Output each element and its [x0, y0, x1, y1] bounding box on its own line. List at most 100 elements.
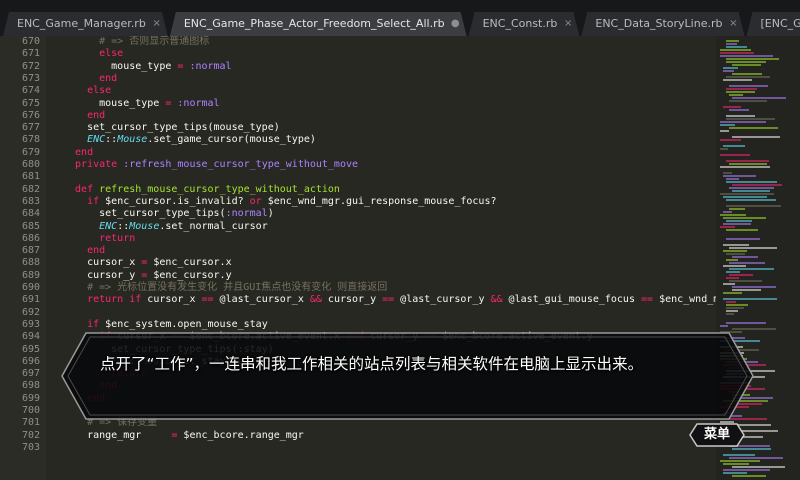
minimap-line: [732, 97, 786, 99]
code-line[interactable]: 690 # => 光标位置没有发生变化 并且GUI焦点也没有变化 则直接返回: [0, 282, 716, 294]
minimap-line: [720, 49, 751, 51]
code-token: ==: [201, 294, 220, 306]
code-line[interactable]: 682 def refresh_mouse_cursor_type_withou…: [0, 184, 716, 196]
code-line[interactable]: 703: [0, 442, 716, 454]
code-token: # => 否则显示普通图标: [63, 36, 210, 47]
code-text: set_cursor_type_tips(:normal): [63, 208, 274, 220]
code-token: ): [267, 208, 274, 220]
code-token: =: [141, 257, 154, 269]
tab-4[interactable]: [ENC_GAME].rb×: [746, 12, 800, 36]
code-line[interactable]: 670 # => 否则显示普通图标: [0, 36, 716, 48]
minimap-line: [720, 124, 735, 126]
code-token: private: [63, 159, 124, 170]
code-line[interactable]: 689 cursor_y = $enc_cursor.y: [0, 270, 716, 282]
minimap-line: [729, 208, 745, 210]
line-number: 671: [21, 48, 40, 60]
minimap-line: [723, 454, 755, 456]
minimap-line: [726, 199, 776, 201]
line-number: 676: [21, 109, 40, 121]
code-token: mouse_type: [63, 97, 166, 109]
code-text: range_mgr = $enc_bcore.range_mgr: [63, 430, 304, 442]
line-number: 692: [21, 306, 40, 318]
close-tab-icon[interactable]: ×: [729, 12, 737, 36]
minimap-line: [726, 277, 739, 279]
code-line[interactable]: 678 ENC::Mouse.set_game_cursor(mouse_typ…: [0, 134, 716, 146]
minimap-line: [726, 181, 777, 183]
minimap-line: [723, 292, 742, 294]
code-token: return: [63, 232, 136, 244]
code-line[interactable]: 688 cursor_x = $enc_cursor.x: [0, 257, 716, 269]
minimap-line: [723, 463, 749, 465]
code-token: ENC: [63, 220, 118, 232]
code-token: =: [165, 97, 178, 109]
minimap-line: [732, 289, 761, 291]
minimap-line: [720, 52, 754, 54]
code-line[interactable]: 671 else: [0, 48, 716, 60]
menu-button[interactable]: 菜单: [689, 423, 745, 447]
line-number: 701: [21, 417, 40, 429]
code-text: mouse_type = :normal: [63, 61, 231, 73]
code-token: # => 光标位置没有发生变化 并且GUI焦点也没有变化 则直接返回: [63, 282, 388, 293]
menu-button-label: 菜单: [703, 427, 730, 442]
minimap-line: [726, 160, 769, 162]
code-line[interactable]: 693 if $enc_system.open_mouse_stay: [0, 319, 716, 331]
code-text: return if cursor_x == @last_cursor_x && …: [63, 294, 716, 306]
tab-0[interactable]: ENC_Game_Manager.rb ×: [3, 12, 168, 36]
minimap-line: [732, 466, 785, 468]
close-tab-icon[interactable]: ×: [564, 12, 572, 36]
code-token: cursor_x: [63, 257, 142, 269]
line-number: 691: [21, 294, 40, 306]
line-number: 677: [21, 122, 40, 134]
minimap-line: [732, 136, 780, 138]
code-text: cursor_x = $enc_cursor.x: [63, 257, 232, 269]
minimap-line: [726, 76, 770, 78]
line-number: 682: [21, 183, 40, 195]
code-line[interactable]: 679 end: [0, 147, 716, 159]
minimap-line: [729, 85, 768, 87]
line-number: 703: [21, 441, 40, 453]
code-token: ::: [117, 220, 130, 232]
code-line[interactable]: 680 private :refresh_mouse_cursor_type_w…: [0, 159, 716, 171]
unsaved-dot-icon[interactable]: ●: [451, 12, 460, 36]
code-line[interactable]: 687 end: [0, 245, 716, 257]
code-token: $enc_wnd_mgr.gui_response_mouse_focus?: [267, 195, 497, 207]
code-line[interactable]: 691 return if cursor_x == @last_cursor_x…: [0, 294, 716, 306]
tab-1[interactable]: ENC_Game_Phase_Actor_Freedom_Select_All.…: [170, 12, 467, 36]
code-line[interactable]: 675 mouse_type = :normal: [0, 98, 716, 110]
code-token: ENC: [63, 134, 106, 146]
code-line[interactable]: 674 else: [0, 85, 716, 97]
code-token: if: [63, 318, 106, 330]
line-number: 688: [21, 257, 40, 269]
code-line[interactable]: 692: [0, 307, 716, 319]
line-number: 698: [21, 380, 40, 392]
minimap-line: [732, 286, 776, 288]
minimap-line: [729, 280, 762, 282]
code-line[interactable]: 702 range_mgr = $enc_bcore.range_mgr: [0, 430, 716, 442]
code-token: end: [63, 109, 106, 121]
minimap-line: [729, 247, 777, 249]
code-token: set_cursor_type_tips(: [63, 208, 226, 220]
code-token: .set_normal_cursor: [159, 220, 268, 232]
code-line[interactable]: 673 end: [0, 73, 716, 85]
code-token: @last_cursor_y: [400, 294, 491, 306]
tab-2[interactable]: ENC_Const.rb ×: [469, 12, 580, 36]
code-line[interactable]: 672 mouse_type = :normal: [0, 61, 716, 73]
dialogue-box[interactable]: 点开了“工作”，一连串和我工作相关的站点列表与相关软件在电脑上显示出来。: [60, 331, 755, 421]
tab-3[interactable]: ENC_Data_StoryLine.rb ×: [581, 12, 744, 36]
minimap-line: [726, 205, 781, 207]
code-line[interactable]: 683 if $enc_cursor.is_invalid? or $enc_w…: [0, 196, 716, 208]
code-token: else: [63, 48, 124, 60]
code-text: else: [63, 85, 111, 97]
minimap-line: [723, 250, 747, 252]
code-line[interactable]: 681: [0, 171, 716, 183]
close-tab-icon[interactable]: ×: [152, 12, 160, 36]
line-number: 689: [21, 269, 40, 281]
minimap-line: [720, 148, 728, 150]
code-line[interactable]: 676 end: [0, 110, 716, 122]
line-number: 700: [21, 405, 40, 416]
code-line[interactable]: 686 return: [0, 233, 716, 245]
code-line[interactable]: 677 set_cursor_type_tips(mouse_type): [0, 122, 716, 134]
dialogue-text: 点开了“工作”，一连串和我工作相关的站点列表与相关软件在电脑上显示出来。: [100, 355, 644, 373]
code-line[interactable]: 684 set_cursor_type_tips(:normal): [0, 208, 716, 220]
code-line[interactable]: 685 ENC::Mouse.set_normal_cursor: [0, 221, 716, 233]
